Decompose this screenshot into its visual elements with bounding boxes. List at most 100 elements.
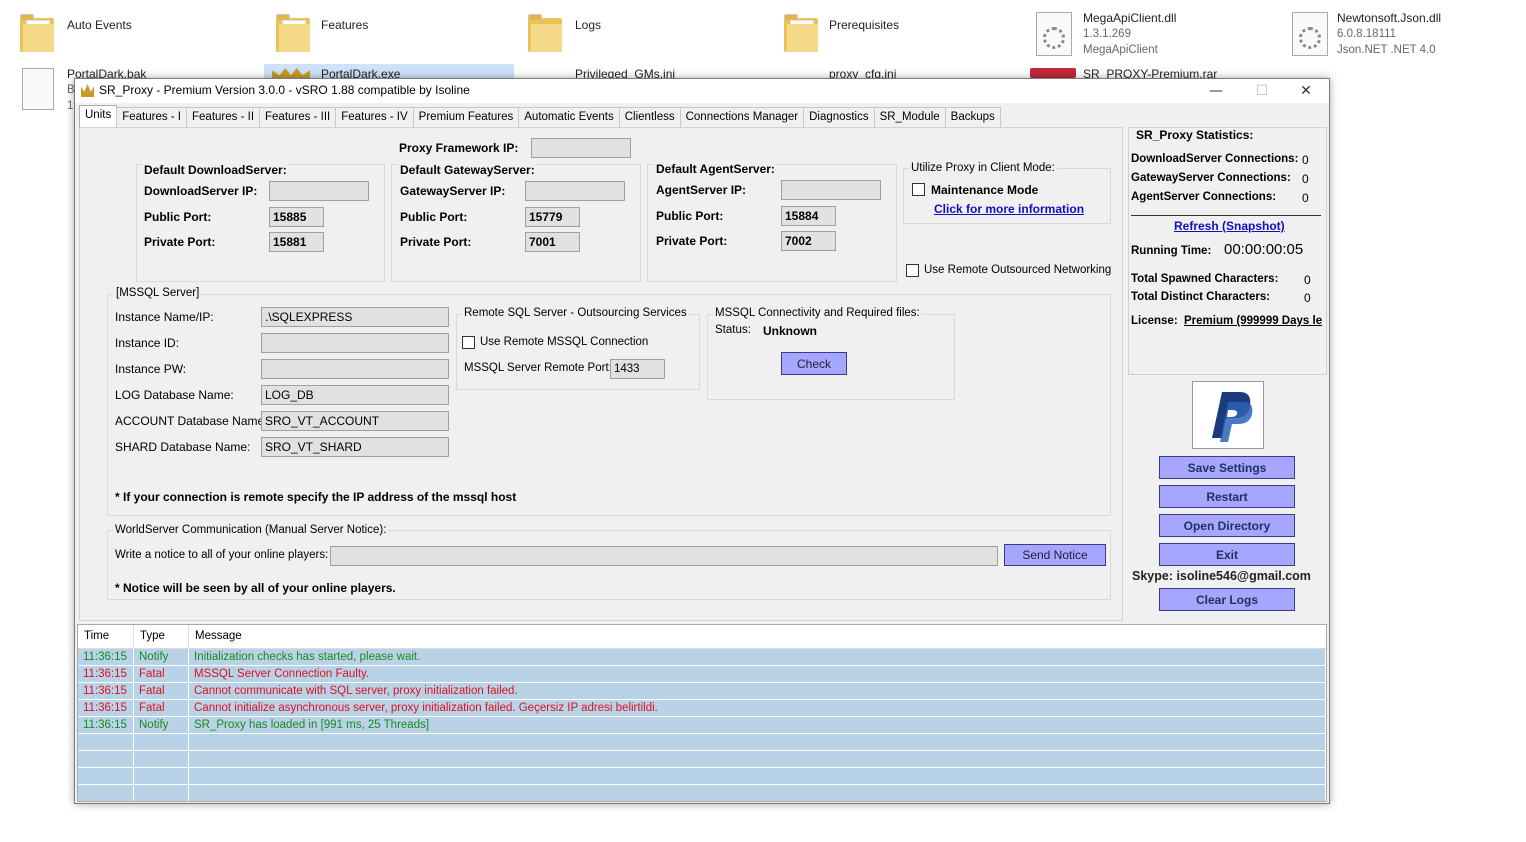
log-row[interactable]: 11:36:15 Fatal Cannot communicate with S… (78, 683, 1326, 700)
agent-connections-value: 0 (1302, 191, 1309, 205)
folder-icon (20, 12, 54, 52)
notice-note: * Notice will be seen by all of your onl… (115, 581, 396, 595)
gateway-private-port-field[interactable]: 7001 (525, 232, 580, 252)
instance-pw-label: Instance PW: (115, 362, 187, 376)
status-value: Unknown (763, 324, 817, 338)
tab-backups[interactable]: Backups (944, 107, 1001, 127)
desktop-item-sub: 1 (67, 100, 74, 112)
log-col-type[interactable]: Type (134, 625, 189, 648)
log-message: SR_Proxy has loaded in [991 ms, 25 Threa… (189, 717, 1326, 733)
proxy-framework-ip-field[interactable] (531, 138, 631, 158)
instance-field[interactable]: .\SQLEXPRESS (261, 307, 449, 327)
title-bar[interactable]: SR_Proxy - Premium Version 3.0.0 - vSRO … (75, 79, 1329, 103)
gateway-public-port-field[interactable]: 15779 (525, 207, 580, 227)
save-settings-button[interactable]: Save Settings (1159, 456, 1295, 479)
tab-units[interactable]: Units (79, 105, 118, 127)
open-directory-button[interactable]: Open Directory (1159, 514, 1295, 537)
log-time: 11:36:15 (78, 700, 134, 716)
download-public-port-label: Public Port: (144, 210, 212, 224)
log-db-label: LOG Database Name: (115, 388, 234, 402)
minimize-button[interactable]: — (1193, 79, 1239, 103)
use-remote-mssql-checkbox[interactable] (462, 336, 475, 349)
agent-ip-label: AgentServer IP: (656, 183, 747, 197)
distinct-chars-label: Total Distinct Characters: (1131, 291, 1271, 303)
instance-pw-field[interactable] (261, 359, 449, 379)
log-table[interactable]: Time Type Message 11:36:15 Notify Initia… (77, 624, 1327, 802)
log-row[interactable]: 11:36:15 Notify Initialization checks ha… (78, 649, 1326, 666)
log-type: Fatal (134, 700, 189, 716)
close-button[interactable]: ✕ (1283, 79, 1329, 103)
tab-connections-manager[interactable]: Connections Manager (679, 107, 805, 127)
check-button[interactable]: Check (781, 352, 847, 375)
log-row[interactable]: 11:36:15 Notify SR_Proxy has loaded in [… (78, 717, 1326, 734)
refresh-link[interactable]: Refresh (Snapshot) (1174, 219, 1285, 233)
log-row[interactable]: 11:36:15 Fatal Cannot initialize asynchr… (78, 700, 1326, 717)
desktop-item-description: Json.NET .NET 4.0 (1337, 44, 1436, 56)
tab-features-4[interactable]: Features - IV (335, 107, 414, 127)
running-time-label: Running Time: (1131, 245, 1212, 257)
gateway-private-port-label: Private Port: (400, 235, 472, 249)
tab-premium-features[interactable]: Premium Features (412, 107, 520, 127)
send-notice-button[interactable]: Send Notice (1004, 544, 1106, 566)
download-ip-field[interactable] (269, 181, 369, 201)
log-db-field[interactable]: LOG_DB (261, 385, 449, 405)
clear-logs-button[interactable]: Clear Logs (1159, 588, 1295, 611)
desktop-item-version: 1.3.1.269 (1083, 28, 1131, 40)
exit-button[interactable]: Exit (1159, 543, 1295, 566)
desktop-item-features[interactable]: Features (276, 12, 516, 62)
tab-automatic-events[interactable]: Automatic Events (518, 107, 620, 127)
window-title: SR_Proxy - Premium Version 3.0.0 - vSRO … (99, 83, 470, 97)
tab-features-1[interactable]: Features - I (116, 107, 188, 127)
paypal-icon (1212, 392, 1253, 442)
remote-networking-checkbox[interactable] (906, 264, 919, 277)
log-col-message[interactable]: Message (189, 625, 1326, 648)
desktop-item-label: Auto Events (67, 18, 132, 32)
agent-public-port-field[interactable]: 15884 (781, 206, 836, 226)
shard-db-field[interactable]: SRO_VT_SHARD (261, 437, 449, 457)
dll-file-icon (1292, 12, 1328, 56)
maintenance-mode-checkbox[interactable] (912, 183, 925, 196)
agent-ip-field[interactable] (781, 180, 881, 200)
tab-clientless[interactable]: Clientless (618, 107, 681, 127)
desktop-item-prerequisites[interactable]: Prerequisites (784, 12, 1024, 62)
maximize-button[interactable]: ☐ (1239, 79, 1285, 103)
account-db-field[interactable]: SRO_VT_ACCOUNT (261, 411, 449, 431)
desktop-item-label: Features (321, 18, 369, 32)
desktop-item-auto-events[interactable]: Auto Events (20, 12, 260, 62)
instance-id-field[interactable] (261, 333, 449, 353)
connectivity-title: MSSQL Connectivity and Required files: (713, 307, 922, 319)
download-private-port-field[interactable]: 15881 (269, 232, 324, 252)
folder-icon (528, 12, 562, 52)
notice-input[interactable] (330, 546, 998, 566)
proxy-framework-label: Proxy Framework IP: (399, 141, 519, 155)
log-row[interactable]: 11:36:15 Fatal MSSQL Server Connection F… (78, 666, 1326, 683)
desktop-item-label: MegaApiClient.dll (1083, 11, 1177, 25)
gateway-connections-value: 0 (1302, 172, 1309, 186)
more-info-link[interactable]: Click for more information (934, 202, 1084, 216)
desktop-item-megaapiclient[interactable]: MegaApiClient.dll 1.3.1.269 MegaApiClien… (1036, 10, 1276, 60)
paypal-logo[interactable] (1192, 381, 1264, 449)
units-tab-panel: Proxy Framework IP: Default DownloadServ… (79, 127, 1123, 621)
desktop-item-logs[interactable]: Logs (528, 12, 768, 62)
distinct-chars-value: 0 (1304, 291, 1311, 305)
tab-features-3[interactable]: Features - III (259, 107, 337, 127)
download-public-port-field[interactable]: 15885 (269, 207, 324, 227)
sr-proxy-window: SR_Proxy - Premium Version 3.0.0 - vSRO … (74, 78, 1330, 804)
log-col-time[interactable]: Time (78, 625, 134, 648)
tab-sr-module[interactable]: SR_Module (873, 107, 946, 127)
remote-port-label: MSSQL Server Remote Port: (464, 362, 612, 374)
agent-private-port-field[interactable]: 7002 (781, 231, 836, 251)
gateway-ip-field[interactable] (525, 181, 625, 201)
remote-port-field[interactable]: 1433 (610, 359, 665, 379)
spawned-chars-label: Total Spawned Characters: (1131, 273, 1279, 285)
log-row-empty (78, 734, 1326, 751)
tab-diagnostics[interactable]: Diagnostics (803, 107, 875, 127)
gateway-public-port-label: Public Port: (400, 210, 468, 224)
log-type: Notify (134, 717, 189, 733)
gateway-connections-label: GatewayServer Connections: (1131, 172, 1291, 184)
restart-button[interactable]: Restart (1159, 485, 1295, 508)
tab-features-2[interactable]: Features - II (186, 107, 261, 127)
log-type: Fatal (134, 666, 189, 682)
agent-public-port-label: Public Port: (656, 209, 724, 223)
desktop-item-newtonsoft[interactable]: Newtonsoft.Json.dll 6.0.8.18111 Json.NET… (1290, 10, 1526, 60)
